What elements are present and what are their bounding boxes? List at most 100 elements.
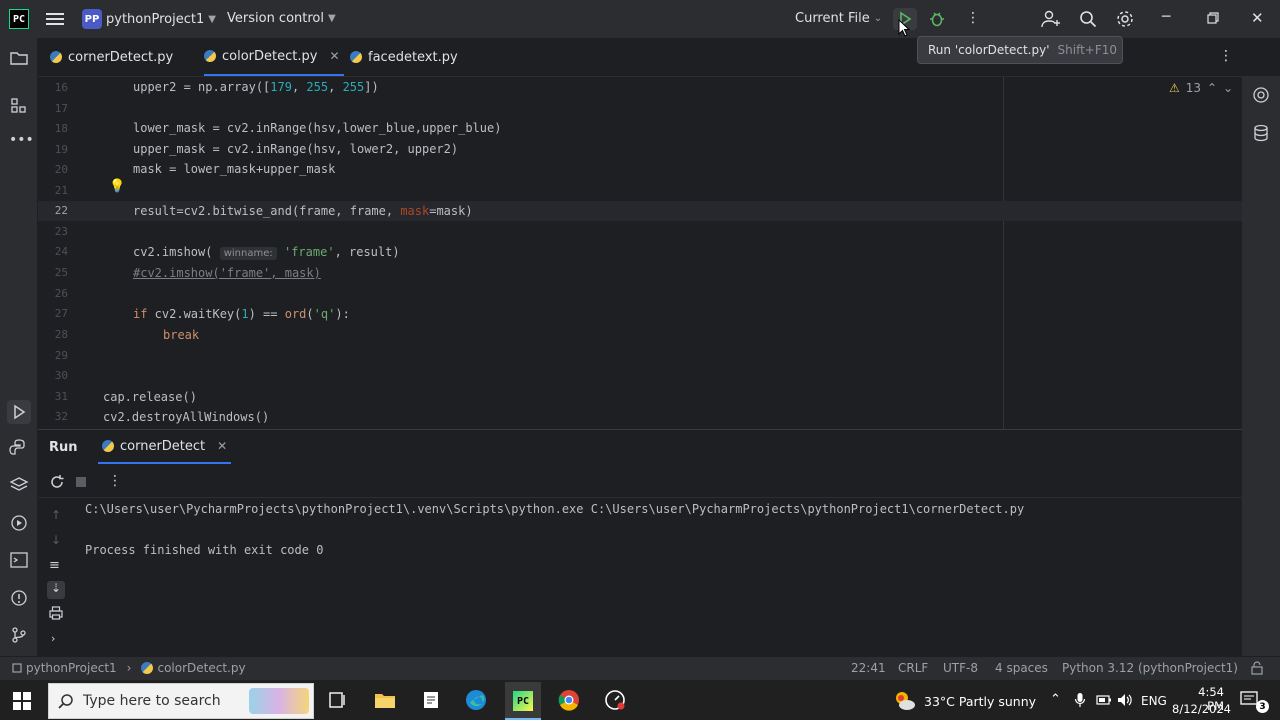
line-number: 27	[54, 307, 68, 320]
problems-icon[interactable]	[9, 588, 29, 608]
weather-icon[interactable]	[893, 690, 917, 712]
rerun-icon[interactable]	[49, 474, 65, 490]
services-icon[interactable]	[9, 513, 29, 533]
lock-icon[interactable]	[1250, 661, 1264, 675]
restore-icon[interactable]	[1207, 12, 1219, 24]
run-tooltip: Run 'colorDetect.py' Shift+F10	[917, 36, 1123, 64]
battery-icon[interactable]	[1096, 694, 1112, 706]
line-number: 26	[54, 287, 68, 300]
run-tab-cornerdetect[interactable]: cornerDetect ✕	[98, 430, 232, 464]
caret-position[interactable]: 22:41	[851, 661, 886, 675]
close-tab-icon[interactable]: ✕	[217, 439, 227, 453]
tab-options-icon[interactable]: ⋮	[1219, 48, 1233, 64]
file-explorer-icon[interactable]	[374, 690, 396, 710]
search-placeholder: Type here to search	[83, 693, 221, 709]
taskbar-search-input[interactable]: Type here to search	[48, 683, 314, 719]
scroll-to-end-icon[interactable]: ⇣	[47, 581, 65, 599]
ai-assistant-icon[interactable]	[1251, 85, 1271, 105]
search-icon	[58, 693, 74, 709]
more-tools-icon[interactable]: •••	[9, 132, 34, 152]
main-menu-icon[interactable]	[46, 11, 64, 27]
line-number: 23	[54, 225, 68, 238]
vcs-selector[interactable]: Version control ▼	[227, 11, 336, 26]
lightbulb-icon[interactable]: 💡	[109, 179, 125, 194]
close-tab-icon[interactable]: ✕	[329, 49, 339, 63]
edge-browser-icon[interactable]	[465, 689, 487, 711]
right-tool-window-bar	[1236, 52, 1280, 656]
python-file-icon	[50, 51, 62, 63]
volume-icon[interactable]	[1117, 693, 1133, 707]
chevron-down-icon: ▼	[208, 13, 216, 25]
more-options-icon[interactable]: ⋮	[108, 473, 122, 489]
code-editor[interactable]: ⚠ 13 ⌃ ⌄ 16 17 18 19 20 21 22 23 24 25 2…	[38, 77, 1242, 429]
line-number: 28	[54, 328, 68, 341]
tab-cornerdetect[interactable]: cornerDetect.py	[50, 38, 173, 76]
code-line-22: result=cv2.bitwise_and(frame, frame, mas…	[133, 204, 473, 218]
code-line-18: lower_mask = cv2.inRange(hsv,lower_blue,…	[133, 121, 502, 135]
interpreter-selector[interactable]: Python 3.12 (pythonProject1)	[1062, 661, 1238, 675]
inspection-widget[interactable]: ⚠ 13 ⌃ ⌄	[1169, 81, 1233, 95]
indent-setting[interactable]: 4 spaces	[995, 661, 1048, 675]
line-number: 20	[54, 163, 68, 176]
line-separator[interactable]: CRLF	[898, 661, 928, 675]
add-user-icon[interactable]	[1041, 10, 1061, 28]
project-name: pythonProject1	[106, 11, 205, 27]
run-tool-icon[interactable]	[7, 400, 31, 424]
print-icon[interactable]	[49, 606, 63, 620]
python-file-icon	[204, 50, 216, 62]
warning-icon: ⚠	[1169, 81, 1180, 95]
breadcrumb-file[interactable]: colorDetect.py	[157, 661, 245, 675]
project-square-icon	[12, 663, 22, 673]
scroll-up-icon[interactable]: ↑	[51, 508, 61, 522]
python-file-icon	[141, 662, 154, 674]
project-selector[interactable]: PP pythonProject1 ▼	[82, 9, 216, 29]
structure-icon[interactable]	[9, 96, 29, 116]
weather-text[interactable]: 33°C Partly sunny	[924, 694, 1036, 709]
tab-colordetect[interactable]: colorDetect.py ✕	[204, 38, 344, 76]
chevron-up-icon[interactable]: ⌃	[1207, 81, 1217, 95]
git-icon[interactable]	[9, 625, 29, 645]
file-encoding[interactable]: UTF-8	[943, 661, 978, 675]
python-console-icon[interactable]	[9, 438, 29, 458]
pycharm-logo[interactable]: PC	[9, 9, 29, 29]
pycharm-taskbar-button[interactable]: PC	[505, 682, 541, 720]
stop-icon[interactable]	[76, 477, 86, 487]
left-tool-window-bar: •••	[0, 38, 38, 656]
clock-date[interactable]: 8/12/2024	[1172, 702, 1231, 716]
project-badge: PP	[82, 9, 102, 29]
line-number: 16	[54, 81, 68, 94]
terminal-icon[interactable]	[9, 550, 29, 570]
screen-recorder-icon[interactable]	[604, 689, 626, 711]
breadcrumb-project[interactable]: pythonProject1	[26, 661, 117, 675]
close-icon[interactable]: ✕	[1251, 9, 1264, 27]
gear-icon[interactable]	[1116, 10, 1134, 28]
chrome-browser-icon[interactable]	[558, 689, 580, 711]
chevron-down-icon[interactable]: ⌄	[1223, 81, 1233, 95]
chevron-right-icon[interactable]: ›	[51, 632, 55, 645]
warnings-count: 13	[1185, 81, 1202, 95]
scroll-down-icon[interactable]: ↓	[51, 533, 61, 547]
run-tab-label: cornerDetect	[120, 438, 206, 454]
task-view-icon[interactable]	[328, 690, 346, 710]
chevron-up-icon[interactable]: ⌃	[1050, 692, 1061, 707]
minimize-icon[interactable]: ─	[1162, 9, 1170, 25]
run-config-label: Current File	[795, 11, 870, 26]
search-icon[interactable]	[1079, 10, 1097, 28]
notepad-icon[interactable]	[421, 690, 441, 710]
python-file-icon	[350, 51, 362, 63]
line-number: 19	[54, 143, 68, 156]
chevron-down-icon: ⌄	[873, 13, 883, 24]
more-actions-icon[interactable]: ⋮	[966, 10, 980, 26]
microphone-icon[interactable]	[1074, 692, 1086, 708]
tab-facedetext[interactable]: facedetext.py	[350, 38, 458, 76]
windows-start-icon[interactable]	[13, 692, 31, 710]
run-config-selector[interactable]: Current File ⌄	[795, 11, 882, 26]
layers-icon[interactable]	[9, 475, 29, 495]
language-indicator[interactable]: ENG	[1141, 694, 1167, 708]
soft-wrap-icon[interactable]: ≡	[49, 558, 60, 573]
database-icon[interactable]	[1251, 123, 1271, 143]
title-bar: PC PP pythonProject1 ▼ Version control ▼…	[0, 0, 1280, 38]
python-file-icon	[102, 440, 114, 452]
folder-icon[interactable]	[9, 48, 29, 68]
debug-button[interactable]	[928, 10, 946, 28]
